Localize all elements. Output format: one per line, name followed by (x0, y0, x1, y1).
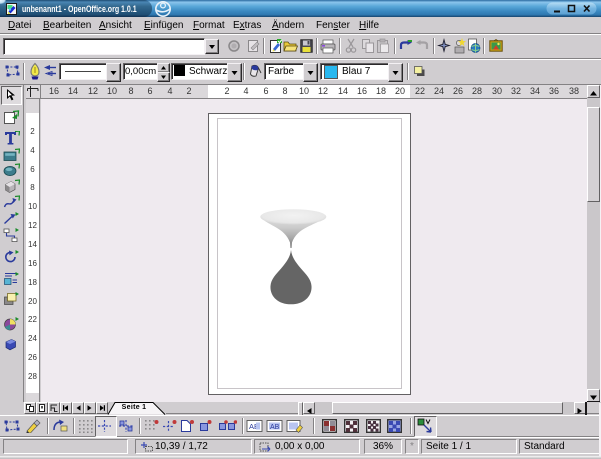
svg-text:AB: AB (270, 424, 280, 431)
